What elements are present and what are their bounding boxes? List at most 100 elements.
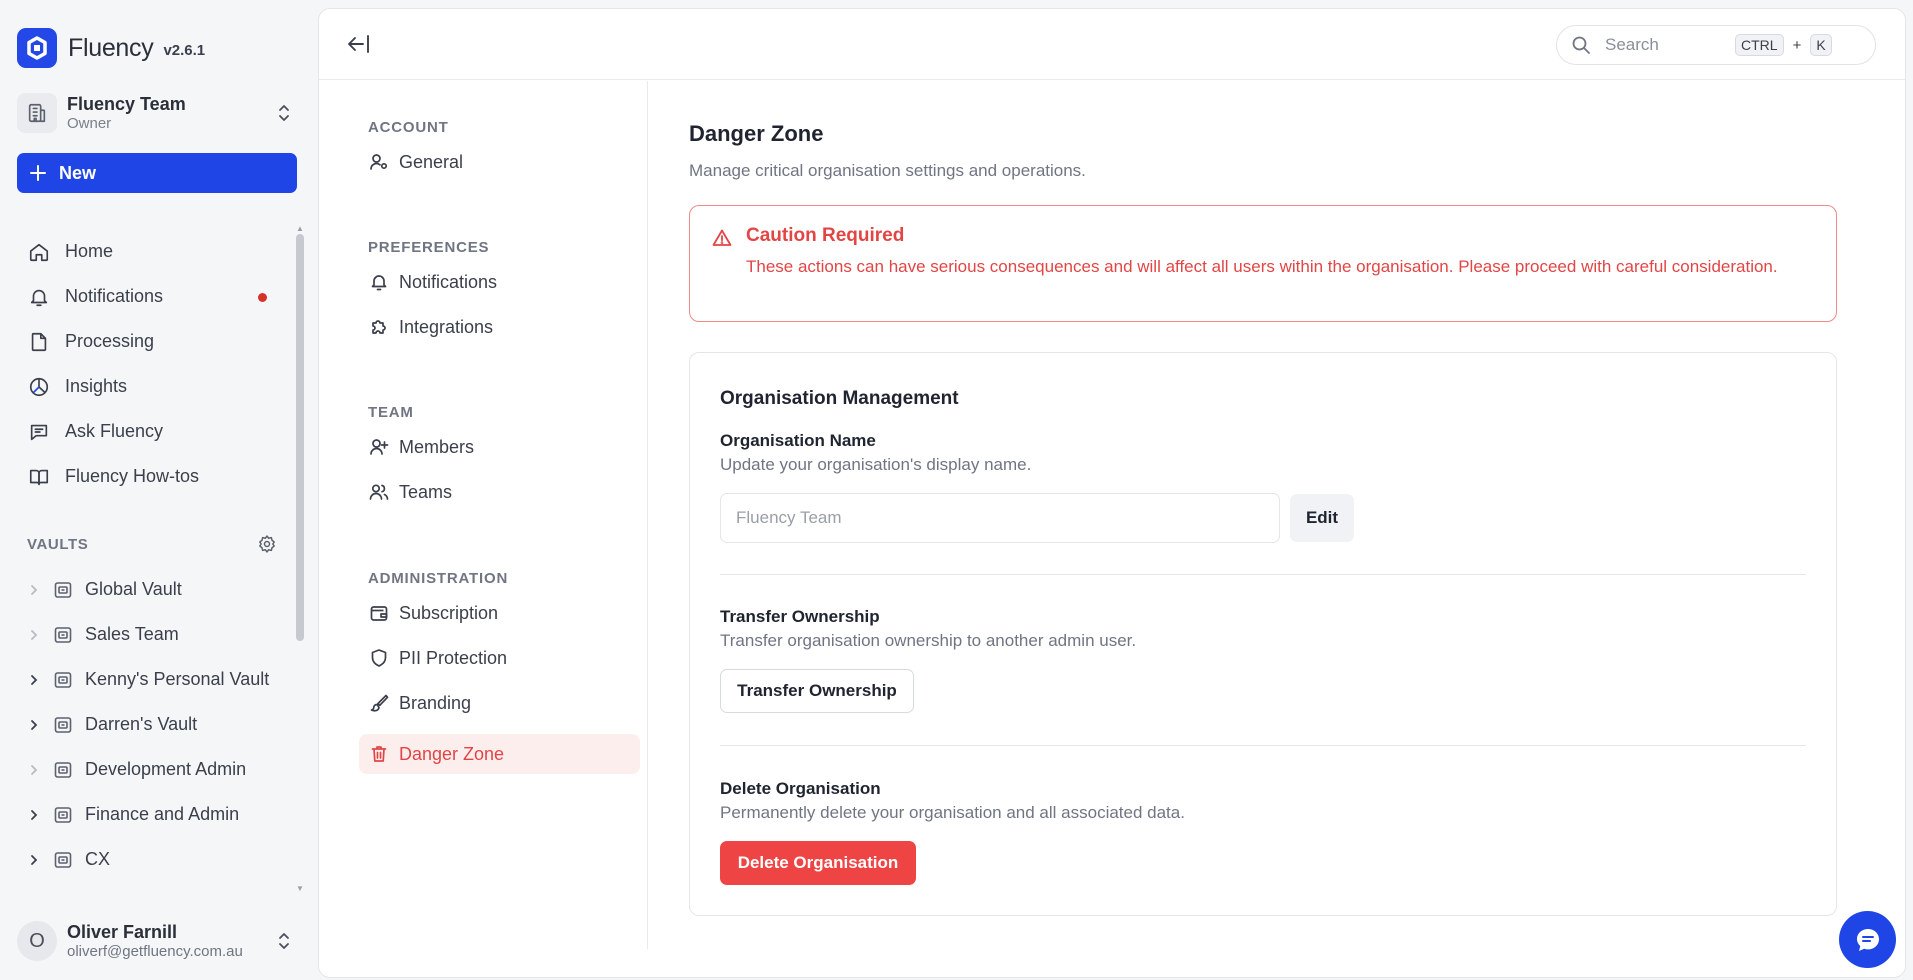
nav-item-ask-fluency[interactable]: Ask Fluency — [17, 409, 279, 454]
user-gear-icon — [369, 152, 389, 172]
user-menu[interactable]: O Oliver Farnill oliverf@getfluency.com.… — [17, 919, 297, 963]
pie-chart-icon — [27, 376, 51, 398]
vault-item-finance-and-admin[interactable]: Finance and Admin — [27, 792, 289, 837]
settings-item-label: General — [399, 151, 464, 172]
user-email: oliverf@getfluency.com.au — [67, 942, 243, 960]
nav-item-notifications[interactable]: Notifications — [17, 274, 279, 319]
plus-icon — [29, 164, 47, 182]
chevron-right-icon[interactable] — [27, 583, 45, 597]
brush-icon — [369, 693, 389, 713]
vault-item-sales-team[interactable]: Sales Team — [27, 612, 289, 657]
brand[interactable]: Fluency v2.6.1 — [17, 28, 205, 68]
settings-item-branding[interactable]: Branding — [359, 683, 640, 723]
nav-item-label: Insights — [65, 376, 128, 396]
scroll-down-arrow-icon[interactable]: ▼ — [296, 884, 304, 893]
settings-item-label: Members — [399, 436, 475, 457]
gear-icon[interactable] — [257, 534, 277, 554]
chat-bubble-icon — [1853, 925, 1883, 955]
nav-item-how-tos[interactable]: Fluency How-tos — [17, 454, 279, 499]
transfer-ownership-button[interactable]: Transfer Ownership — [720, 669, 914, 713]
chevron-right-icon[interactable] — [27, 808, 45, 822]
vault-icon — [53, 760, 73, 780]
top-bar: Search CTRL + K — [319, 9, 1905, 80]
scroll-up-arrow-icon[interactable]: ▲ — [296, 224, 304, 233]
vault-item-label: Finance and Admin — [85, 804, 240, 824]
delete-organisation-label: Delete Organisation — [720, 779, 881, 798]
chevron-right-icon[interactable] — [27, 673, 45, 687]
vault-item-label: Development Admin — [85, 759, 247, 779]
users-icon — [369, 482, 389, 502]
nav-item-label: Ask Fluency — [65, 421, 164, 441]
collapse-sidebar-icon[interactable] — [347, 33, 371, 55]
nav-item-insights[interactable]: Insights — [17, 364, 279, 409]
sidebar-scrollbar[interactable] — [296, 234, 304, 641]
settings-item-danger-zone[interactable]: Danger Zone — [359, 734, 640, 774]
chevron-right-icon[interactable] — [27, 628, 45, 642]
chevron-right-icon[interactable] — [27, 853, 45, 867]
chevron-right-icon[interactable] — [27, 718, 45, 732]
settings-item-integrations[interactable]: Integrations — [359, 307, 640, 347]
wallet-icon — [369, 603, 389, 623]
settings-item-label: Notifications — [399, 271, 498, 292]
nav-item-home[interactable]: Home — [17, 229, 279, 274]
settings-item-members[interactable]: Members — [359, 427, 640, 467]
settings-item-teams[interactable]: Teams — [359, 472, 640, 512]
new-button[interactable]: New — [17, 153, 297, 193]
settings-item-notifications[interactable]: Notifications — [359, 262, 640, 302]
nav-item-processing[interactable]: Processing — [17, 319, 279, 364]
delete-organisation-button[interactable]: Delete Organisation — [720, 841, 916, 885]
building-icon — [17, 93, 57, 133]
edit-button[interactable]: Edit — [1290, 494, 1354, 542]
shortcut-key-ctrl: CTRL — [1735, 34, 1784, 56]
settings-item-pii-protection[interactable]: PII Protection — [359, 638, 640, 678]
settings-section-account: ACCOUNT — [368, 119, 449, 136]
settings-section-administration: ADMINISTRATION — [368, 570, 509, 587]
search-bar[interactable]: Search CTRL + K — [1556, 25, 1876, 65]
vault-item-kennys-personal-vault[interactable]: Kenny's Personal Vault — [27, 657, 289, 702]
divider — [720, 574, 1806, 575]
vault-item-label: Kenny's Personal Vault — [85, 669, 270, 689]
chat-icon — [27, 421, 51, 443]
vault-item-development-admin[interactable]: Development Admin — [27, 747, 289, 792]
caution-alert: Caution Required These actions can have … — [689, 205, 1837, 322]
support-chat-button[interactable] — [1839, 911, 1896, 968]
vault-item-label: Darren's Vault — [85, 714, 198, 734]
settings-item-subscription[interactable]: Subscription — [359, 593, 640, 633]
organisation-name-input[interactable] — [720, 493, 1280, 543]
avatar: O — [17, 921, 57, 961]
app-version: v2.6.1 — [163, 42, 206, 59]
organisation-name-desc: Update your organisation's display name. — [720, 455, 1032, 474]
warning-triangle-icon — [712, 228, 732, 248]
vault-item-darrens-vault[interactable]: Darren's Vault — [27, 702, 289, 747]
alert-body: These actions can have serious consequen… — [746, 257, 1778, 276]
shortcut-key-k: K — [1810, 34, 1832, 56]
search-input[interactable]: Search — [1605, 35, 1735, 55]
vault-item-label: Sales Team — [85, 624, 179, 644]
bell-icon — [27, 286, 51, 308]
chevron-right-icon[interactable] — [27, 763, 45, 777]
vault-icon — [53, 580, 73, 600]
main-nav: Home Notifications Processing Insights A… — [17, 229, 279, 499]
settings-item-label: Danger Zone — [399, 743, 505, 764]
team-role: Owner — [67, 114, 112, 132]
vault-icon — [53, 850, 73, 870]
vault-item-label: CX — [85, 849, 111, 869]
vault-item-cx[interactable]: CX — [27, 837, 289, 882]
settings-section-preferences: PREFERENCES — [368, 239, 490, 256]
main-panel: Search CTRL + K ACCOUNT General PREFEREN… — [318, 8, 1906, 978]
transfer-ownership-label: Transfer Ownership — [720, 607, 880, 626]
settings-item-general[interactable]: General — [359, 142, 640, 182]
vault-icon — [53, 715, 73, 735]
vault-item-global-vault[interactable]: Global Vault — [27, 567, 289, 612]
nav-item-label: Notifications — [65, 286, 164, 306]
vault-item-label: Global Vault — [85, 579, 182, 599]
team-switcher[interactable]: Fluency Team Owner — [17, 91, 297, 135]
fluency-logo-icon — [17, 28, 57, 68]
team-name: Fluency Team — [67, 94, 186, 115]
settings-section-team: TEAM — [368, 404, 414, 421]
book-icon — [27, 466, 51, 488]
user-name: Oliver Farnill — [67, 922, 178, 943]
delete-organisation-desc: Permanently delete your organisation and… — [720, 803, 1185, 822]
nav-item-label: Processing — [65, 331, 155, 351]
shield-icon — [369, 648, 389, 668]
